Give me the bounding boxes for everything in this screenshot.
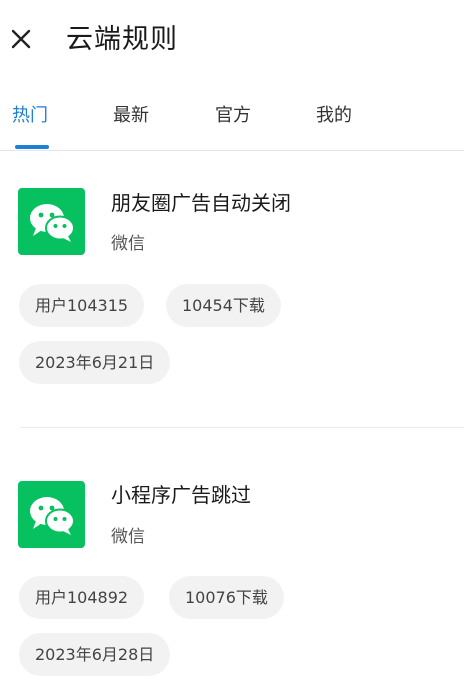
- close-icon: [11, 29, 31, 49]
- rule-app-name: 微信: [111, 527, 145, 547]
- author-chip: 用户104892: [19, 576, 145, 619]
- active-tab-indicator: [15, 145, 49, 149]
- date-chip: 2023年6月28日: [19, 633, 171, 676]
- cloud-rules-screen: 云端规则 热门 最新 官方 我的 朋友圈广告自动关闭 微信 用户104315 1…: [0, 0, 464, 696]
- wechat-icon: [18, 481, 85, 548]
- date-chip: 2023年6月21日: [19, 341, 171, 384]
- header: 云端规则: [0, 0, 464, 80]
- card-divider: [20, 427, 464, 428]
- downloads-chip: 10076下载: [169, 576, 284, 619]
- rule-title: 朋友圈广告自动关闭: [111, 191, 291, 215]
- tab-bar: 热门 最新 官方 我的: [0, 96, 464, 151]
- page-title: 云端规则: [66, 24, 178, 55]
- wechat-icon: [18, 188, 85, 255]
- tab-hot[interactable]: 热门: [12, 102, 48, 130]
- rule-app-name: 微信: [111, 234, 145, 254]
- tab-official[interactable]: 官方: [215, 102, 251, 130]
- author-chip: 用户104315: [19, 284, 145, 327]
- close-button[interactable]: [6, 22, 36, 56]
- tab-mine[interactable]: 我的: [316, 102, 352, 130]
- downloads-chip: 10454下载: [166, 284, 281, 327]
- tab-latest[interactable]: 最新: [113, 102, 149, 130]
- rule-title: 小程序广告跳过: [111, 483, 251, 507]
